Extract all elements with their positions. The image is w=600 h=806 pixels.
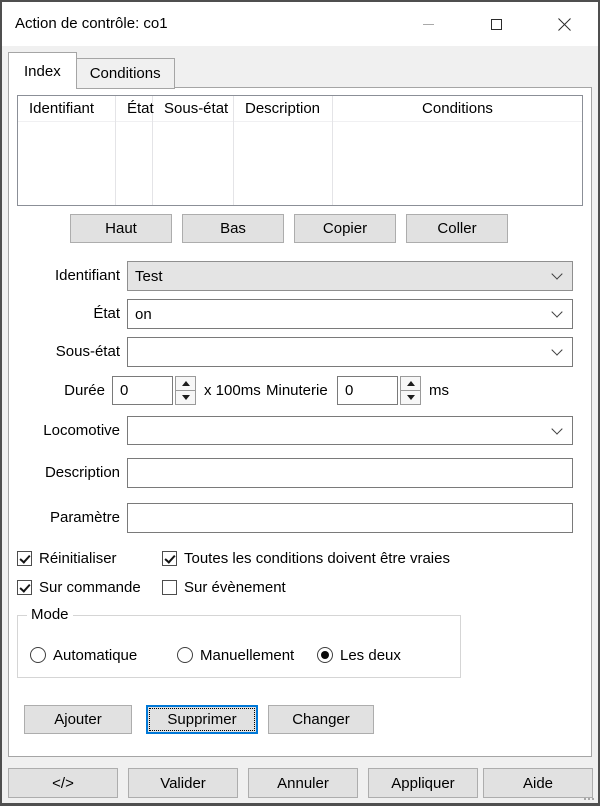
etat-select[interactable]: on — [127, 299, 573, 329]
supprimer-button[interactable]: Supprimer — [146, 705, 258, 734]
annuler-button[interactable]: Annuler — [248, 768, 358, 798]
checkbox-box — [162, 580, 177, 595]
checkbox-box — [17, 580, 32, 595]
minuterie-spinner: 0 — [337, 376, 421, 405]
chevron-down-icon — [551, 423, 562, 434]
description-label: Description — [9, 458, 120, 488]
etat-label: État — [9, 299, 120, 329]
description-input[interactable] — [127, 458, 573, 488]
identifiant-label: Identifiant — [9, 261, 120, 291]
caption-buttons — [394, 2, 598, 46]
minuterie-input[interactable]: 0 — [337, 376, 398, 405]
radio-manuellement[interactable]: Manuellement — [177, 646, 294, 664]
window-title: Action de contrôle: co1 — [15, 2, 168, 46]
spin-down-icon — [182, 395, 190, 400]
radio-les-deux[interactable]: Les deux — [317, 646, 401, 664]
locomotive-select[interactable] — [127, 416, 573, 445]
radio-dot — [317, 647, 333, 663]
column-header-sous-etat[interactable]: Sous-état — [153, 96, 234, 205]
column-header-identifiant[interactable]: Identifiant — [18, 96, 116, 205]
checkbox-toutes-conditions[interactable]: Toutes les conditions doivent être vraie… — [162, 549, 450, 567]
code-button[interactable]: </> — [8, 768, 118, 798]
coller-button[interactable]: Coller — [406, 214, 508, 243]
mode-legend: Mode — [27, 606, 73, 623]
titlebar[interactable]: Action de contrôle: co1 — [2, 2, 598, 46]
bas-button[interactable]: Bas — [182, 214, 284, 243]
spin-down-icon — [407, 395, 415, 400]
chevron-down-icon — [551, 306, 562, 317]
duree-spinner: 0 — [112, 376, 196, 405]
checkbox-sur-commande[interactable]: Sur commande — [17, 578, 141, 596]
locomotive-label: Locomotive — [9, 416, 120, 445]
parametre-label: Paramètre — [9, 503, 120, 533]
appliquer-button[interactable]: Appliquer — [368, 768, 478, 798]
etat-value: on — [135, 306, 152, 323]
valider-button[interactable]: Valider — [128, 768, 238, 798]
duree-spin-up-button[interactable] — [175, 376, 196, 391]
tab-conditions[interactable]: Conditions — [76, 58, 175, 89]
haut-button[interactable]: Haut — [70, 214, 172, 243]
column-header-conditions[interactable]: Conditions — [333, 96, 582, 205]
column-header-description[interactable]: Description — [234, 96, 333, 205]
duree-label: Durée — [9, 376, 105, 405]
radio-dot — [30, 647, 46, 663]
close-icon — [557, 17, 572, 32]
maximize-icon — [491, 19, 502, 30]
tabstrip: Index Conditions — [8, 52, 174, 89]
minimize-icon — [423, 24, 434, 25]
ajouter-button[interactable]: Ajouter — [24, 705, 132, 734]
radio-automatique[interactable]: Automatique — [30, 646, 137, 664]
sous-etat-label: Sous-état — [9, 337, 120, 367]
copier-button[interactable]: Copier — [294, 214, 396, 243]
duree-unit-label: x 100ms — [204, 376, 261, 405]
duree-spin-down-button[interactable] — [175, 390, 196, 405]
minimize-button[interactable] — [394, 2, 462, 46]
minuterie-label: Minuterie — [266, 376, 328, 405]
maximize-button[interactable] — [462, 2, 530, 46]
changer-button[interactable]: Changer — [268, 705, 374, 734]
duree-input[interactable]: 0 — [112, 376, 173, 405]
identifiant-select[interactable]: Test — [127, 261, 573, 291]
chevron-down-icon — [551, 268, 562, 279]
tab-page-index: Identifiant État Sous-état Description C… — [8, 87, 592, 757]
minuterie-spin-up-button[interactable] — [400, 376, 421, 391]
control-action-dialog: Action de contrôle: co1 Index Conditions… — [0, 0, 600, 806]
tab-index[interactable]: Index — [8, 52, 77, 89]
parametre-input[interactable] — [127, 503, 573, 533]
chevron-down-icon — [551, 344, 562, 355]
minuterie-unit-label: ms — [429, 376, 449, 405]
identifiant-value: Test — [135, 268, 163, 285]
close-button[interactable] — [530, 2, 598, 46]
minuterie-spin-down-button[interactable] — [400, 390, 421, 405]
checkbox-box — [162, 551, 177, 566]
checkbox-reinitialiser[interactable]: Réinitialiser — [17, 549, 117, 567]
spin-up-icon — [182, 381, 190, 386]
tab-index-label: Index — [24, 63, 61, 80]
conditions-list[interactable]: Identifiant État Sous-état Description C… — [17, 95, 583, 206]
tab-conditions-label: Conditions — [90, 65, 161, 82]
radio-dot — [177, 647, 193, 663]
checkbox-box — [17, 551, 32, 566]
sous-etat-select[interactable] — [127, 337, 573, 367]
column-header-etat[interactable]: État — [116, 96, 153, 205]
aide-button[interactable]: Aide — [483, 768, 593, 798]
resize-grip[interactable] — [592, 798, 594, 800]
spin-up-icon — [407, 381, 415, 386]
checkbox-sur-evenement[interactable]: Sur évènement — [162, 578, 286, 596]
mode-groupbox: Mode Automatique Manuellement Les deux — [17, 615, 461, 678]
